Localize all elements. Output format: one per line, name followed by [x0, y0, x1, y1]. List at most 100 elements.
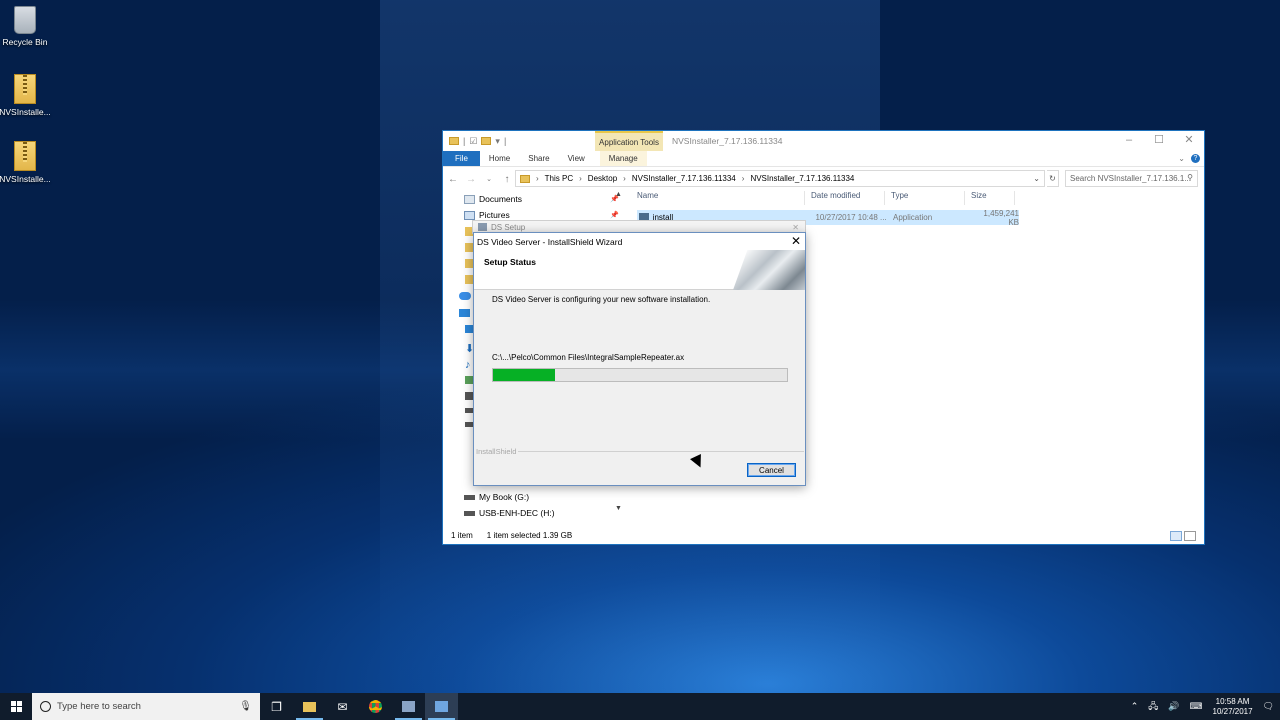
file-size: 1,459,241 KB: [983, 208, 1019, 227]
wizard-titlebar[interactable]: DS Video Server - InstallShield Wizard ✕: [474, 233, 805, 250]
forward-arrow-icon[interactable]: →: [465, 174, 477, 185]
window-title: NVSInstaller_7.17.136.11334: [672, 136, 783, 146]
column-date-modified[interactable]: Date modified: [805, 191, 885, 205]
search-icon: ⚲: [1187, 173, 1193, 182]
nav-item-label: My Book (G:): [479, 492, 530, 502]
installshield-brand: InstallShield: [476, 447, 517, 456]
file-date: 10/27/2017 10:48 ...: [815, 213, 887, 222]
ds-setup-title: DS Setup: [491, 222, 526, 232]
zip-folder-icon: [14, 74, 36, 104]
scroll-up-icon[interactable]: ▲: [615, 191, 622, 198]
mail-icon[interactable]: ✉: [326, 693, 359, 720]
clock[interactable]: 10:58 AM 10/27/2017: [1213, 697, 1253, 717]
current-file-path: C:\...\Pelco\Common Files\IntegralSample…: [492, 353, 685, 362]
file-explorer-taskbar-icon[interactable]: [293, 693, 326, 720]
drive-icon: [464, 510, 475, 516]
tab-home[interactable]: Home: [480, 151, 519, 166]
folder-icon: [520, 174, 530, 183]
nav-item-usb-enh-dec[interactable]: USB-ENH-DEC (H:): [443, 505, 613, 521]
clock-date: 10/27/2017: [1212, 706, 1253, 716]
folder-icon: [449, 137, 459, 145]
column-name[interactable]: Name: [631, 191, 805, 205]
new-folder-icon[interactable]: [481, 137, 492, 145]
selection-info: 1 item selected 1.39 GB: [486, 530, 573, 540]
search-input[interactable]: Search NVSInstaller_7.17.136.1... ⚲: [1065, 170, 1198, 187]
tab-view[interactable]: View: [559, 151, 594, 166]
properties-icon[interactable]: ☑: [469, 136, 477, 147]
breadcrumb-separator: ›: [579, 174, 582, 183]
desktop-icon-label: NVSInstalle...: [0, 174, 51, 184]
taskbar-search-box[interactable]: Type here to search 🎙: [32, 693, 260, 720]
breadcrumb-item[interactable]: NVSInstaller_7.17.136.11334: [750, 174, 854, 183]
column-headers: Name Date modified Type Size: [631, 191, 1031, 205]
nav-item-my-book[interactable]: My Book (G:): [443, 489, 613, 505]
windows-logo-icon: [10, 701, 22, 712]
drive-icon: [464, 494, 475, 500]
tab-manage[interactable]: Manage: [599, 151, 647, 166]
taskbar: Type here to search 🎙 ❐ ✉ ⌃ 🖧 🔊 ⌨ 10:58 …: [0, 693, 1280, 720]
chrome-icon[interactable]: [359, 693, 392, 720]
help-icon[interactable]: ?: [1191, 154, 1200, 163]
breadcrumb-item[interactable]: NVSInstaller_7.17.136.11334: [632, 174, 736, 183]
recent-locations-icon[interactable]: ⌄: [483, 175, 495, 183]
address-bar[interactable]: › This PC › Desktop › NVSInstaller_7.17.…: [515, 170, 1045, 187]
nav-item-documents[interactable]: Documents 📌: [443, 191, 625, 207]
application-tools-tab[interactable]: Application Tools: [595, 131, 663, 151]
customize-dropdown-icon[interactable]: ▾: [495, 136, 500, 147]
desktop-icon-recycle-bin[interactable]: Recycle Bin: [0, 6, 55, 47]
system-tray: ⌃ 🖧 🔊 ⌨ 10:58 AM 10/27/2017 🗨: [1131, 697, 1280, 717]
volume-icon[interactable]: 🔊: [1168, 701, 1179, 712]
divider: [518, 451, 804, 452]
nav-item-label: USB-ENH-DEC (H:): [479, 508, 555, 518]
pictures-icon: [464, 210, 475, 220]
task-view-icon[interactable]: ❐: [260, 693, 293, 720]
close-icon[interactable]: ✕: [792, 223, 799, 232]
close-icon[interactable]: ✕: [791, 235, 801, 247]
start-button[interactable]: [0, 693, 32, 720]
search-placeholder: Type here to search: [57, 701, 141, 712]
back-arrow-icon[interactable]: ←: [447, 174, 459, 185]
minimize-button[interactable]: –: [1114, 131, 1144, 151]
breadcrumb-item[interactable]: Desktop: [588, 174, 617, 183]
desktop-icon-nvsinstaller-2[interactable]: NVSInstalle...: [0, 141, 55, 184]
wizard-title: DS Video Server - InstallShield Wizard: [477, 236, 623, 247]
desktop-icon-label: Recycle Bin: [2, 37, 48, 47]
large-icons-view-icon[interactable]: [1184, 531, 1196, 541]
tab-share[interactable]: Share: [519, 151, 558, 166]
column-size[interactable]: Size: [965, 191, 1015, 205]
breadcrumb-item[interactable]: This PC: [545, 174, 573, 183]
installer-taskbar-icon[interactable]: [392, 693, 425, 720]
onedrive-icon: [459, 292, 471, 300]
tab-file[interactable]: File: [443, 151, 480, 166]
cortana-icon: [40, 701, 51, 712]
up-arrow-icon[interactable]: ↑: [501, 174, 513, 185]
refresh-icon[interactable]: ↻: [1047, 170, 1059, 187]
installshield-banner-art: [733, 250, 805, 290]
explorer-titlebar[interactable]: | ☑ ▾ | Application Tools NVSInstaller_7…: [443, 131, 1204, 151]
expand-ribbon-icon[interactable]: ⌄: [1178, 154, 1185, 163]
close-button[interactable]: ✕: [1174, 131, 1204, 151]
network-icon[interactable]: 🖧: [1148, 699, 1158, 715]
scroll-down-icon[interactable]: ▼: [615, 505, 622, 512]
notifications-icon[interactable]: 🗨: [1263, 701, 1274, 712]
breadcrumb-separator: ›: [741, 174, 745, 183]
desktop-icon-nvsinstaller-1[interactable]: NVSInstalle...: [0, 74, 55, 117]
microphone-icon[interactable]: 🎙: [239, 701, 252, 712]
details-view-icon[interactable]: [1170, 531, 1182, 541]
zip-folder-icon: [14, 141, 36, 171]
setup-icon: [478, 223, 487, 231]
address-dropdown-icon[interactable]: ⌄: [1033, 174, 1040, 183]
status-bar: 1 item 1 item selected 1.39 GB: [443, 526, 1204, 544]
installshield-wizard-dialog: DS Video Server - InstallShield Wizard ✕…: [473, 232, 806, 486]
nav-item-label: Documents: [479, 194, 522, 204]
separator: |: [503, 136, 507, 146]
show-hidden-icons-icon[interactable]: ⌃: [1131, 701, 1139, 712]
keyboard-icon[interactable]: ⌨: [1190, 701, 1203, 712]
quick-access-toolbar: | ☑ ▾ |: [449, 136, 506, 147]
cancel-button[interactable]: Cancel: [747, 463, 796, 477]
maximize-button[interactable]: ☐: [1144, 131, 1174, 151]
installshield-taskbar-icon[interactable]: [425, 693, 458, 720]
nav-item-label: Pictures: [479, 210, 510, 220]
progress-fill: [493, 369, 555, 381]
column-type[interactable]: Type: [885, 191, 965, 205]
